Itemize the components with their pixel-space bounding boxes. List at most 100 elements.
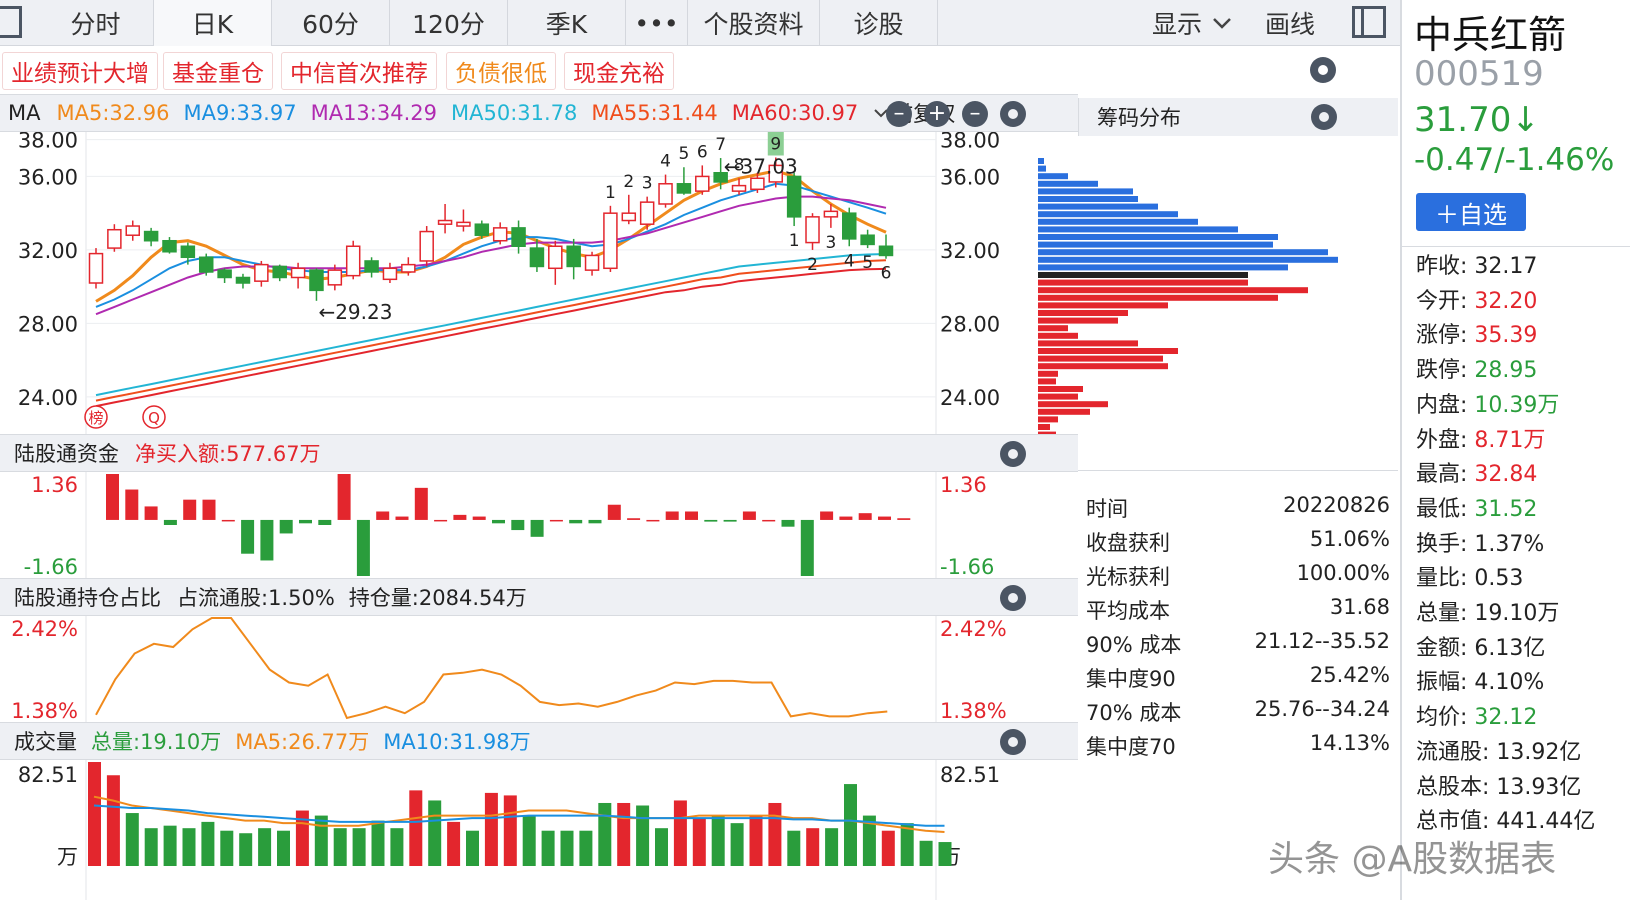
- chip-stat-key: 集中度70: [1086, 735, 1176, 759]
- chip-stat-key: 时间: [1086, 497, 1128, 521]
- layout-toggle-icon[interactable]: [1352, 6, 1386, 38]
- flow-bar: [800, 519, 814, 576]
- feature-tag-2[interactable]: 中信首次推荐: [281, 52, 437, 90]
- candle: [254, 260, 269, 287]
- hk-flow-title: 陆股通资金: [14, 442, 119, 466]
- ma-line-2: [95, 195, 887, 316]
- volume-settings-gear-icon[interactable]: [1000, 729, 1026, 755]
- tab-1[interactable]: 日K: [154, 0, 272, 46]
- kline-chart[interactable]: 38.00 38.00 36.00 36.00 32.00 32.00 28.00 28.00…: [0, 132, 1036, 434]
- tab-6[interactable]: 个股资料: [688, 0, 820, 46]
- chip-bar: [1038, 325, 1068, 332]
- volume-bar: [277, 830, 290, 866]
- chip-bar: [1038, 287, 1308, 294]
- flow-bar: [279, 519, 293, 534]
- flow-y-bottom-left: -1.66: [24, 555, 78, 578]
- candle: [511, 220, 526, 254]
- chip-stat-row: 光标获利 100.00%: [1078, 558, 1396, 592]
- flow-bar: [395, 516, 409, 520]
- tags-settings-gear-icon[interactable]: [1310, 57, 1336, 83]
- flow-bar: [530, 519, 544, 537]
- hk-flow-settings-gear-icon[interactable]: [1000, 441, 1026, 467]
- info-field-key: 涨停:: [1416, 323, 1468, 349]
- chip-stat-key: 集中度90: [1086, 667, 1176, 691]
- chip-settings-gear-icon[interactable]: [1311, 104, 1337, 130]
- draw-line-label: 画线: [1265, 10, 1316, 39]
- flow-bar: [221, 519, 235, 522]
- chip-stat-key: 70% 成本: [1086, 701, 1182, 725]
- chip-distribution-chart[interactable]: [1038, 136, 1348, 436]
- volume-bar: [598, 802, 612, 866]
- display-dropdown[interactable]: 显示: [1152, 0, 1232, 46]
- flow-bar: [511, 519, 525, 531]
- volume-bar: [503, 795, 517, 866]
- chip-bar: [1038, 317, 1118, 324]
- volume-bar: [655, 828, 668, 866]
- candle: [639, 196, 655, 230]
- volume-chart[interactable]: 82.5182.51万万: [0, 760, 1036, 900]
- hk-flow-chart[interactable]: 1.36 -1.66 1.36 -1.66: [0, 472, 1036, 578]
- feature-tag-0[interactable]: 业绩预计大增: [2, 52, 158, 90]
- feature-tag-4[interactable]: 现金充裕: [564, 52, 674, 90]
- info-field-row: 流通股: 13.92亿: [1416, 734, 1581, 766]
- volume-bar: 成交量 总量:19.10万 MA5:26.77万 MA10:31.98万: [0, 722, 1078, 760]
- ma-settings-gear-icon[interactable]: [1000, 101, 1026, 127]
- tab-0[interactable]: 分时: [38, 0, 154, 46]
- flow-bar: [588, 519, 602, 524]
- chip-bar: [1038, 378, 1056, 385]
- td-seq-up-label: 4: [660, 152, 671, 172]
- td-seq-down-label: 1: [789, 231, 800, 251]
- collapse-icon[interactable]: –: [886, 101, 912, 127]
- zoom-in-icon[interactable]: +: [924, 101, 950, 127]
- volume-bar: [560, 830, 574, 866]
- stock-price: 31.70↓: [1414, 100, 1540, 140]
- chip-bar: [1038, 211, 1178, 218]
- ma-value-5: MA60:30.97: [731, 101, 859, 125]
- volume-bar: [447, 821, 461, 866]
- tab-4[interactable]: 季K: [508, 0, 626, 46]
- draw-line-button[interactable]: 画线: [1265, 0, 1315, 46]
- volume-bar: [711, 815, 725, 866]
- volume-ma10-line: [93, 804, 945, 827]
- info-field-value: 4.10%: [1474, 670, 1545, 696]
- hk-hold-chart[interactable]: 2.42% 1.38% 2.42% 1.38%: [0, 616, 1036, 722]
- candle: [419, 226, 434, 267]
- flow-bar: [607, 504, 621, 520]
- panel-toggle-icon[interactable]: [0, 6, 22, 38]
- flow-bar: [897, 518, 911, 520]
- candle: [217, 268, 232, 283]
- tab-5[interactable]: •••: [626, 0, 688, 46]
- info-field-value: 32.84: [1474, 462, 1538, 488]
- volume-bar: [314, 815, 328, 866]
- info-field-row: 总股本: 13.93亿: [1416, 769, 1581, 801]
- chip-bar: [1038, 241, 1273, 248]
- feature-tags: 业绩预计大增 基金重仓 中信首次推荐 负债很低 现金充裕: [0, 52, 1400, 92]
- chip-bar: [1038, 180, 1098, 187]
- candle: [842, 207, 857, 247]
- chip-bar: [1038, 302, 1168, 309]
- info-field-row: 跌停: 28.95: [1416, 352, 1537, 384]
- flow-bar: [337, 474, 351, 520]
- chip-stat-value: 21.12--35.52: [1254, 629, 1390, 653]
- zoom-out-icon[interactable]: –: [962, 101, 988, 127]
- volume-bar: [749, 815, 763, 866]
- volume-bar: [371, 820, 385, 866]
- feature-tag-1[interactable]: 基金重仓: [163, 52, 273, 90]
- chip-stat-value: 31.68: [1329, 595, 1390, 619]
- flow-bar: [723, 519, 737, 522]
- ma-line-5: [95, 267, 887, 408]
- tab-3[interactable]: 120分: [390, 0, 508, 46]
- stock-info-panel: 中兵红箭 000519 31.70↓ -0.47/-1.46% ＋自选 昨收: …: [1400, 0, 1630, 900]
- flow-bar: [472, 516, 486, 520]
- volume-bar: [768, 802, 782, 866]
- candle: [603, 205, 618, 272]
- chip-bar: [1038, 393, 1078, 400]
- tab-2[interactable]: 60分: [272, 0, 390, 46]
- td-seq-down-label: 2: [807, 255, 818, 275]
- add-watchlist-button[interactable]: ＋自选: [1416, 193, 1526, 231]
- hk-hold-settings-gear-icon[interactable]: [1000, 585, 1026, 611]
- tab-7[interactable]: 诊股: [820, 0, 938, 46]
- kline-y-tick-left: 32.00: [18, 239, 78, 263]
- flow-bar: [163, 519, 177, 525]
- feature-tag-3[interactable]: 负债很低: [446, 52, 556, 90]
